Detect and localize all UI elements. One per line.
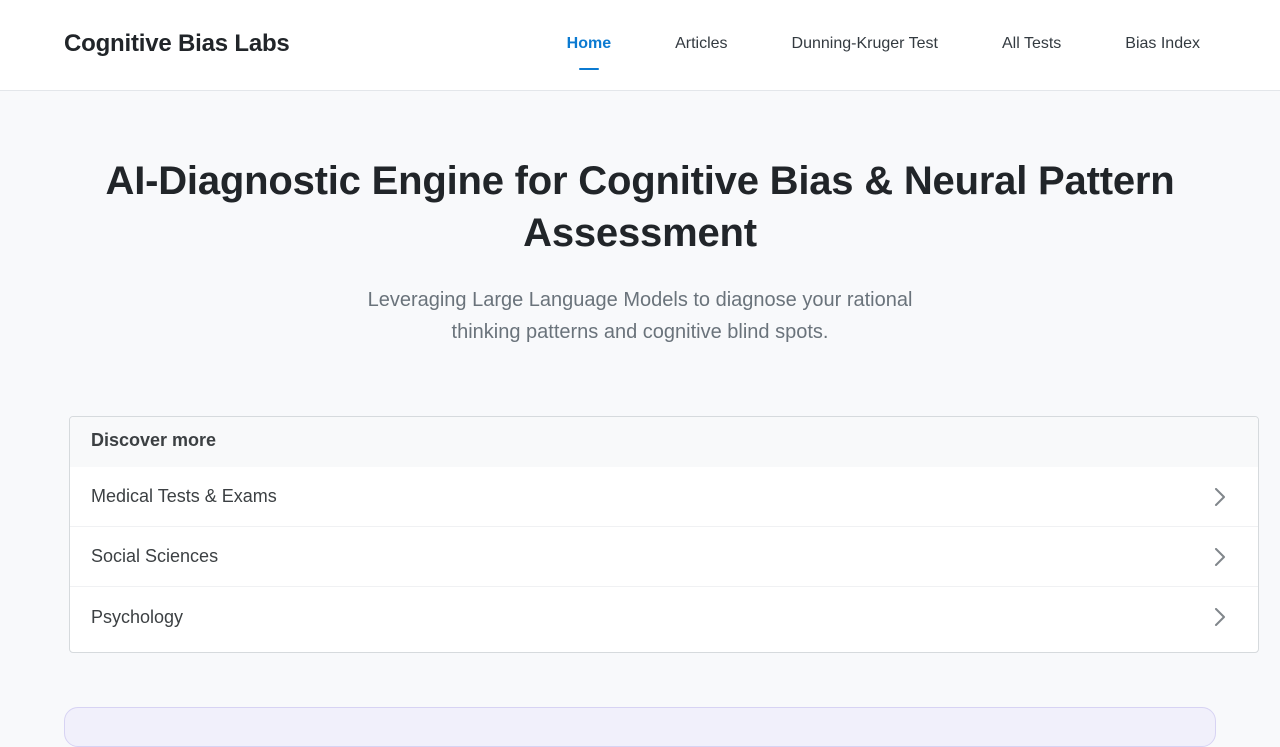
chevron-right-icon [1212,608,1228,626]
brand-logo[interactable]: Cognitive Bias Labs [64,30,290,58]
discover-item-medical-tests[interactable]: Medical Tests & Exams [70,467,1258,527]
nav-all-tests[interactable]: All Tests [1002,34,1061,70]
chevron-right-icon [1212,487,1228,506]
site-header: Cognitive Bias Labs Home Articles Dunnin… [0,0,1280,91]
bottom-card [64,707,1216,747]
main-nav: Home Articles Dunning-Kruger Test All Te… [567,34,1200,70]
hero-subtitle: Leveraging Large Language Models to diag… [367,289,913,343]
nav-home[interactable]: Home [567,34,611,70]
chevron-right-icon [1212,547,1228,566]
discover-more-heading: Discover more [70,417,1258,467]
discover-item-label: Psychology [91,606,184,627]
discover-item-label: Social Sciences [91,546,219,566]
nav-articles[interactable]: Articles [675,34,727,70]
discover-item-label: Medical Tests & Exams [91,486,277,506]
hero-title: AI-Diagnostic Engine for Cognitive Bias … [105,159,1175,255]
discover-item-psychology[interactable]: Psychology [70,587,1258,647]
nav-dunning-kruger-test[interactable]: Dunning-Kruger Test [792,34,938,70]
discover-item-social-sciences[interactable]: Social Sciences [70,527,1258,587]
nav-bias-index[interactable]: Bias Index [1125,34,1200,70]
discover-more-panel: Discover more Medical Tests & Exams Soci… [69,416,1259,653]
